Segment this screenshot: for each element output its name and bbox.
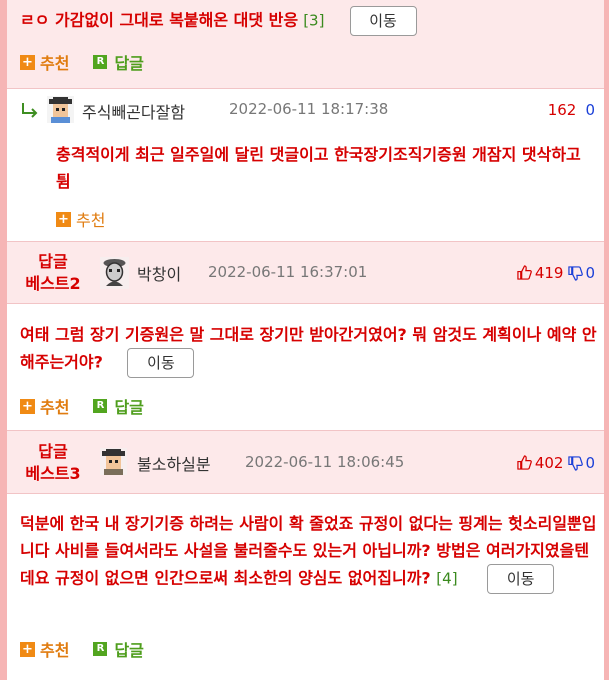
comment-subreply: 주식빼곤다잘함 2022-06-11 18:17:38 162 0 충격적이게 … — [7, 89, 604, 241]
vote-counts: 402 0 — [517, 453, 595, 472]
reply-label: 답글 — [114, 54, 144, 73]
best-badge-line2: 베스트3 — [25, 464, 81, 483]
comment-body: 여태 그럼 장기 기증원은 말 그대로 장기만 받아간거였어? 뭐 암것도 계획… — [20, 321, 598, 378]
avatar-icon[interactable] — [47, 96, 74, 123]
comment-actions: + 추천 R 답글 — [20, 51, 168, 73]
comment-body: ㄹㅇ 가감없이 그대로 복붙해온 대댓 반응 [3] 이동 — [20, 6, 590, 36]
best-badge: 답글 베스트3 — [17, 441, 89, 485]
nickname[interactable]: 주식빼곤다잘함 — [82, 99, 185, 123]
reply-button[interactable]: R 답글 — [93, 394, 144, 418]
vote-counts: 419 0 — [517, 263, 595, 282]
comment-body: 덕분에 한국 내 장기기증 하려는 사람이 확 줄었죠 규정이 없다는 핑계는 … — [20, 510, 600, 594]
best-reply-3-header: 답글 베스트3 불소하실분 2022-06-11 18:06:45 402 0 — [7, 431, 604, 493]
vote-up-count: 162 — [547, 101, 577, 119]
comment-text: ㄹㅇ 가감없이 그대로 복붙해온 대댓 반응 — [20, 10, 299, 30]
reply-label: 답글 — [114, 641, 144, 660]
best-reply-2-body: 여태 그럼 장기 기증원은 말 그대로 장기만 받아간거였어? 뭐 암것도 계획… — [7, 304, 604, 430]
avatar-icon[interactable] — [100, 257, 129, 289]
vote-counts: 162 0 — [548, 100, 595, 119]
thumbs-down-icon[interactable] — [568, 266, 584, 281]
nickname[interactable]: 박창이 — [137, 261, 181, 285]
recommend-button[interactable]: + 추천 — [20, 50, 69, 74]
plus-icon: + — [20, 641, 35, 657]
recommend-button[interactable]: + 추천 — [20, 637, 69, 661]
recommend-label: 추천 — [40, 641, 70, 660]
comment-text: 충격적이게 최근 일주일에 달린 댓글이고 한국장기조직기증원 개잠지 댓삭하고… — [56, 145, 581, 191]
nickname[interactable]: 불소하실분 — [137, 451, 211, 475]
reply-r-icon: R — [93, 399, 108, 413]
comment-actions: + 추천 R 답글 — [20, 638, 168, 660]
vote-up-count: 402 — [534, 454, 564, 472]
best-badge-line2: 베스트2 — [25, 274, 81, 293]
timestamp: 2022-06-11 16:37:01 — [208, 263, 368, 281]
thumbs-down-icon[interactable] — [568, 456, 584, 471]
plus-icon: + — [20, 398, 35, 414]
comment-actions: + 추천 R 답글 — [20, 395, 168, 417]
reply-label: 답글 — [114, 398, 144, 417]
best-reply-3-body: 덕분에 한국 내 장기기증 하려는 사람이 확 줄었죠 규정이 없다는 핑계는 … — [7, 494, 604, 680]
move-button[interactable]: 이동 — [349, 6, 417, 36]
reply-button[interactable]: R 답글 — [93, 637, 144, 661]
recommend-label: 추천 — [40, 54, 70, 73]
reply-r-icon: R — [93, 642, 108, 656]
avatar-icon[interactable] — [100, 448, 127, 475]
recommend-button[interactable]: + 추천 — [56, 207, 105, 231]
reply-count[interactable]: [3] — [303, 12, 324, 30]
reply-r-icon: R — [93, 55, 108, 69]
recommend-button[interactable]: + 추천 — [20, 394, 69, 418]
recommend-label: 추천 — [40, 398, 70, 417]
vote-down-count: 0 — [585, 454, 595, 472]
reply-arrow-icon — [22, 103, 38, 118]
vote-up-count: 419 — [534, 264, 564, 282]
vote-down-count: 0 — [585, 101, 595, 119]
best-badge-line1: 답글 — [38, 252, 68, 271]
timestamp: 2022-06-11 18:17:38 — [229, 100, 389, 118]
reply-button[interactable]: R 답글 — [93, 50, 144, 74]
comment-text: 여태 그럼 장기 기증원은 말 그대로 장기만 받아간거였어? 뭐 암것도 계획… — [20, 325, 597, 372]
recommend-label: 추천 — [76, 211, 106, 230]
reply-count[interactable]: [4] — [436, 570, 457, 588]
comment-actions: + 추천 — [56, 208, 129, 230]
vote-down-count: 0 — [585, 264, 595, 282]
best-reply-2-header: 답글 베스트2 박창이 2022-06-11 16:37:01 419 0 — [7, 242, 604, 303]
timestamp: 2022-06-11 18:06:45 — [245, 453, 405, 471]
thumbs-up-icon[interactable] — [517, 265, 532, 280]
comment-list: ㄹㅇ 가감없이 그대로 복붙해온 대댓 반응 [3] 이동 + 추천 R 답글 — [7, 0, 604, 680]
plus-icon: + — [56, 211, 71, 227]
move-button[interactable]: 이동 — [487, 564, 555, 594]
thumbs-up-icon[interactable] — [517, 455, 532, 470]
best-badge-line1: 답글 — [38, 442, 68, 461]
move-button[interactable]: 이동 — [127, 348, 195, 378]
plus-icon: + — [20, 54, 35, 70]
comment-top: ㄹㅇ 가감없이 그대로 복붙해온 대댓 반응 [3] 이동 + 추천 R 답글 — [7, 0, 604, 88]
best-badge: 답글 베스트2 — [17, 251, 89, 295]
